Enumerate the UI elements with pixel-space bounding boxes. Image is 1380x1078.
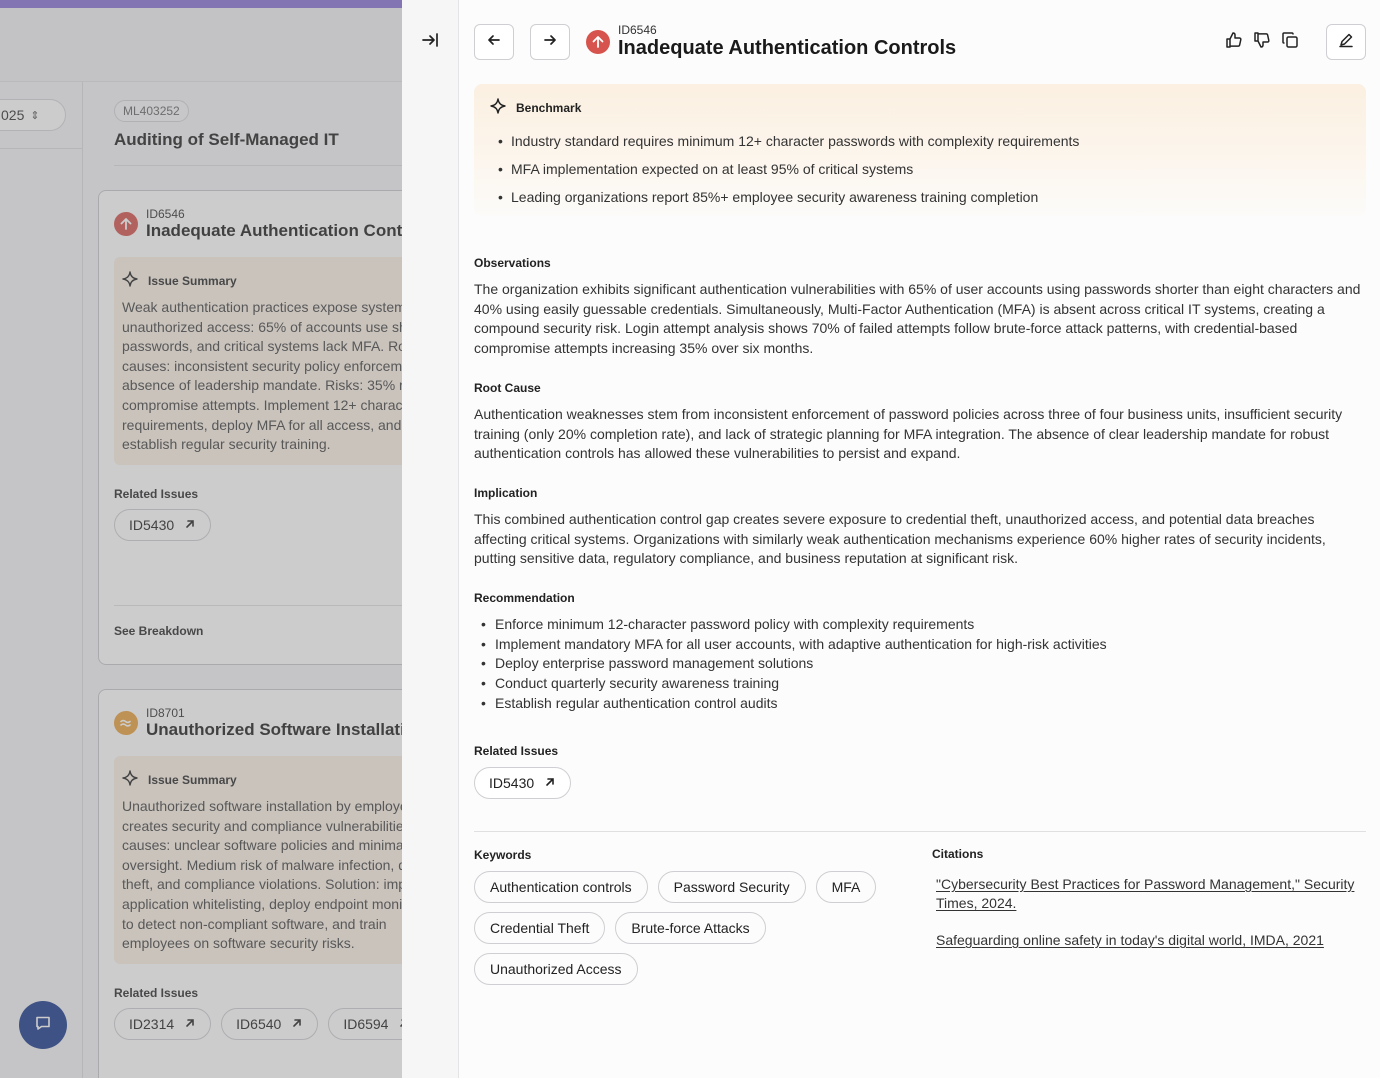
recommendation-item: Enforce minimum 12-character password po… — [474, 615, 1366, 635]
severity-high-icon — [586, 30, 610, 54]
observations-label: Observations — [474, 256, 551, 270]
related-issue-chip[interactable]: ID5430 — [474, 767, 572, 799]
recommendation-item: Implement mandatory MFA for all user acc… — [474, 635, 1366, 655]
thumbs-down-button[interactable] — [1252, 31, 1272, 54]
citation-link[interactable]: "Cybersecurity Best Practices for Passwo… — [936, 875, 1356, 913]
implication-label: Implication — [474, 486, 538, 500]
drawer-rail — [402, 0, 459, 1078]
root-cause-section: Root Cause Authentication weaknesses ste… — [474, 381, 1366, 464]
collapse-panel-icon — [421, 31, 439, 54]
recommendation-list: Enforce minimum 12-character password po… — [474, 615, 1366, 714]
observations-section: Observations The organization exhibits s… — [474, 256, 1366, 359]
implication-section: Implication This combined authentication… — [474, 486, 1366, 569]
benchmark-item: Leading organizations report 85%+ employ… — [490, 183, 1350, 211]
benchmark-label: Benchmark — [516, 100, 582, 115]
sparkle-icon — [490, 98, 506, 117]
issue-id: ID6546 — [618, 23, 657, 37]
root-cause-label: Root Cause — [474, 381, 541, 395]
keyword-chip[interactable]: Unauthorized Access — [474, 953, 638, 985]
arrow-right-icon — [542, 32, 558, 53]
keyword-chip[interactable]: Password Security — [657, 871, 806, 903]
related-issues-section: Related Issues — [474, 744, 1366, 768]
recommendation-section: Recommendation Enforce minimum 12-charac… — [474, 591, 1366, 714]
arrow-up-right-icon — [544, 775, 556, 791]
thumbs-up-icon — [1225, 31, 1243, 54]
pencil-icon — [1338, 32, 1354, 53]
edit-button[interactable] — [1326, 24, 1366, 60]
recommendation-item: Deploy enterprise password management so… — [474, 654, 1366, 674]
collapse-panel-button[interactable] — [418, 30, 442, 54]
section-divider — [474, 831, 1366, 832]
implication-text: This combined authentication control gap… — [474, 511, 1326, 567]
keyword-chip[interactable]: Brute-force Attacks — [615, 912, 766, 944]
related-issues-label: Related Issues — [474, 744, 559, 758]
next-issue-button[interactable] — [530, 24, 570, 60]
copy-icon — [1281, 31, 1299, 54]
keyword-chip[interactable]: MFA — [815, 871, 877, 903]
arrow-left-icon — [486, 32, 502, 53]
keywords-label: Keywords — [474, 848, 532, 862]
thumbs-up-button[interactable] — [1224, 31, 1244, 54]
issue-title: Inadequate Authentication Controls — [618, 37, 957, 59]
benchmark-item: Industry standard requires minimum 12+ c… — [490, 127, 1350, 155]
recommendation-label: Recommendation — [474, 591, 575, 605]
previous-issue-button[interactable] — [474, 24, 514, 60]
recommendation-item: Conduct quarterly security awareness tra… — [474, 674, 1366, 694]
keywords-list: Authentication controls Password Securit… — [474, 871, 914, 985]
thumbs-down-icon — [1253, 31, 1271, 54]
copy-button[interactable] — [1280, 31, 1300, 54]
related-issue-id: ID5430 — [489, 775, 535, 791]
observations-text: The organization exhibits significant au… — [474, 281, 1361, 357]
keyword-chip[interactable]: Authentication controls — [474, 871, 648, 903]
citations-list: "Cybersecurity Best Practices for Passwo… — [936, 875, 1356, 968]
benchmark-item: MFA implementation expected on at least … — [490, 155, 1350, 183]
benchmark-panel: Benchmark Industry standard requires min… — [474, 84, 1366, 216]
root-cause-text: Authentication weaknesses stem from inco… — [474, 406, 1343, 462]
citations-label: Citations — [932, 847, 984, 861]
benchmark-list: Industry standard requires minimum 12+ c… — [490, 127, 1350, 211]
citation-link[interactable]: Safeguarding online safety in today's di… — [936, 931, 1356, 950]
keyword-chip[interactable]: Credential Theft — [474, 912, 606, 944]
recommendation-item: Establish regular authentication control… — [474, 694, 1366, 714]
